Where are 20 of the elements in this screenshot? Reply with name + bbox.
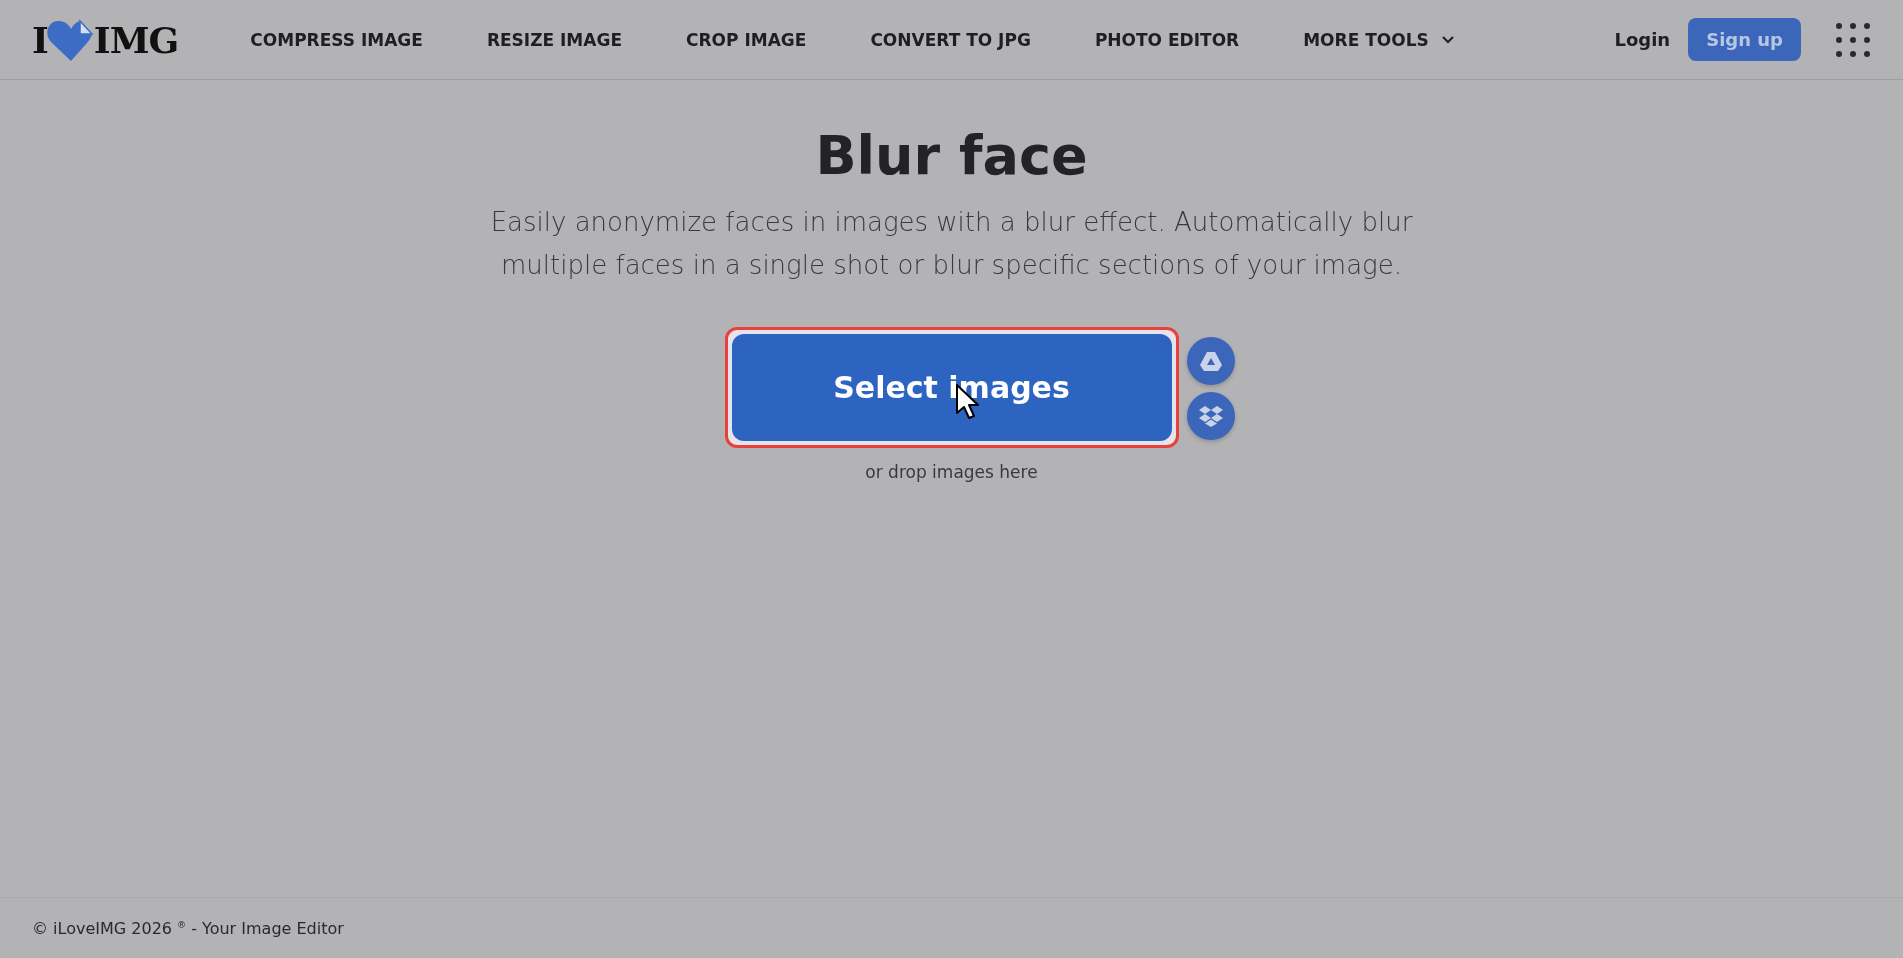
select-images-button[interactable]: Select images xyxy=(731,334,1172,441)
page-title: Blur face xyxy=(815,124,1088,187)
nav-link[interactable]: CONVERT TO JPG xyxy=(838,29,1063,50)
nav-link[interactable]: RESIZE IMAGE xyxy=(454,29,654,50)
more-tools-menu[interactable]: MORE TOOLS xyxy=(1271,29,1487,50)
footer-copyright: © iLoveIMG 2026 $^{®}$ - Your Image Editor xyxy=(32,918,344,938)
nav-link[interactable]: COMPRESS IMAGE xyxy=(218,29,455,50)
nav-link[interactable]: CROP IMAGE xyxy=(654,29,839,50)
nav-link[interactable]: PHOTO EDITOR xyxy=(1062,29,1272,50)
chevron-down-icon xyxy=(1440,34,1455,45)
apps-grid-icon[interactable] xyxy=(1835,21,1871,58)
logo-text: I xyxy=(32,18,48,61)
page-description: Easily anonymize faces in images with a blur effect. Automatically blur multiple faces in a single shot or blur specific sections of your image. xyxy=(489,206,1414,282)
login-link[interactable]: Login xyxy=(1614,29,1671,50)
drop-hint: or drop images here xyxy=(865,462,1038,482)
logo-text: IMG xyxy=(93,18,179,61)
dropbox-button[interactable] xyxy=(1186,392,1235,440)
box-stack-icon xyxy=(1198,405,1223,427)
google-drive-button[interactable] xyxy=(1186,337,1235,385)
triangle-drive-icon xyxy=(1198,350,1223,372)
